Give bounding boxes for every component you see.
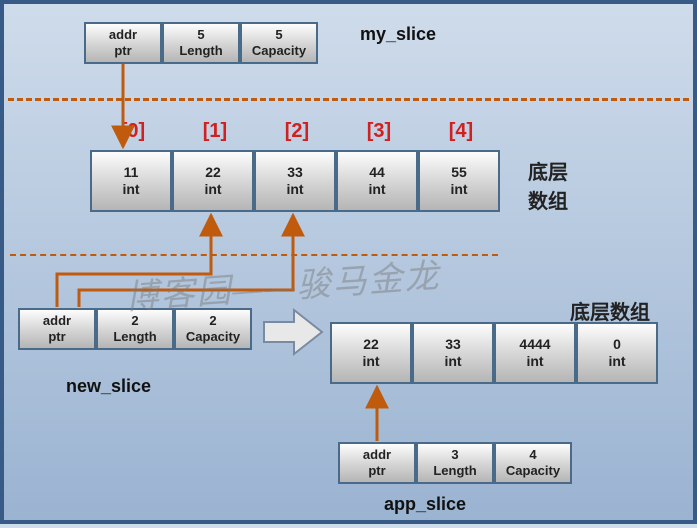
my-slice-label: my_slice <box>360 24 436 45</box>
app-slice-capacity: 4 Capacity <box>494 442 572 484</box>
arr1-cell-3: 44int <box>336 150 418 212</box>
grow-arrow-icon <box>262 306 324 358</box>
arr2-label: 底层数组 <box>570 296 650 325</box>
arr2-cell-1: 33int <box>412 322 494 384</box>
new-slice-addr: addr ptr <box>18 308 96 350</box>
arr1-idx-3: [3] <box>338 120 420 143</box>
new-slice-label: new_slice <box>66 376 151 397</box>
my-slice-addr: addr ptr <box>84 22 162 64</box>
arr1-cell-2: 33int <box>254 150 336 212</box>
arr1-cell-4: 55int <box>418 150 500 212</box>
app-slice-label: app_slice <box>384 494 466 515</box>
app-slice-length: 3 Length <box>416 442 494 484</box>
app-slice-addr: addr ptr <box>338 442 416 484</box>
arr2-cell-3: 0int <box>576 322 658 384</box>
my-slice-capacity: 5 Capacity <box>240 22 318 64</box>
arr2-cell-2: 4444int <box>494 322 576 384</box>
new-slice-capacity: 2 Capacity <box>174 308 252 350</box>
divider-2 <box>10 254 498 256</box>
arr1-idx-4: [4] <box>420 120 502 143</box>
arr1-idx-2: [2] <box>256 120 338 143</box>
arr1-idx-1: [1] <box>174 120 256 143</box>
arr1-label: 底层 数组 <box>528 156 568 214</box>
arr1-cell-0: 11int <box>90 150 172 212</box>
divider-1 <box>8 98 689 101</box>
new-slice-length: 2 Length <box>96 308 174 350</box>
arr1-idx-0: [0] <box>92 120 174 143</box>
my-slice-length: 5 Length <box>162 22 240 64</box>
arr2-cell-0: 22int <box>330 322 412 384</box>
arr1-cell-1: 22int <box>172 150 254 212</box>
